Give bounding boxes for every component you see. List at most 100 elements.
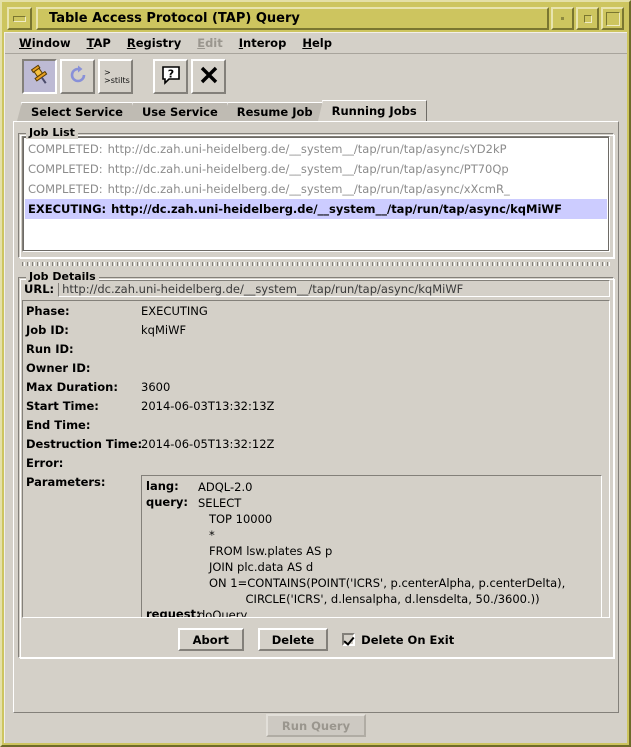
menu-window-rest: indow [32,36,71,50]
list-item-selected[interactable]: EXECUTING:http://dc.zah.uni-heidelberg.d… [25,199,607,219]
job-details-table: Phase: EXECUTING Job ID: kqMiWF Run ID: … [22,300,610,618]
stilts-button[interactable]: > >stilts [98,59,133,94]
detail-row-job-id: Job ID: kqMiWF [26,323,607,342]
detail-key: End Time: [26,418,141,432]
menu-tap-rest: AP [94,36,111,50]
tab-running-jobs[interactable]: Running Jobs [322,100,427,121]
detail-key: Destruction Time: [26,437,141,451]
menu-bar: Window TAP Registry Edit Interop Help [5,33,627,54]
page-title: Table Access Protocol (TAP) Query [49,11,300,26]
tab-resume-job-label: Resume Job [237,105,313,119]
parameters-label: Parameters: [26,475,141,489]
minimize-icon [561,17,564,20]
tab-use-service[interactable]: Use Service [132,102,228,121]
job-status: COMPLETED: [28,179,103,199]
job-list-group: Job List COMPLETED:http://dc.zah.uni-hei… [18,126,614,258]
detail-row-phase: Phase: EXECUTING [26,304,607,323]
menu-window[interactable]: Window [13,34,79,52]
detail-key: Start Time: [26,399,141,413]
job-status: EXECUTING: [28,199,106,219]
stilts-icon-line2: >stilts [104,76,130,85]
menu-help-rest: elp [312,36,332,50]
minimize-button[interactable] [551,7,574,30]
pushpin-button[interactable] [22,59,57,94]
tab-resume-job[interactable]: Resume Job [227,102,323,121]
detail-key: Owner ID: [26,361,141,375]
job-details-group: Job Details URL: http://dc.zah.uni-heide… [18,270,614,658]
tab-select-service[interactable]: Select Service [21,102,133,121]
parameter-query: query: SELECT TOP 10000 * FROM lsw.plate… [146,495,597,607]
window-menu-button[interactable] [7,7,32,30]
parameter-request: request: doQuery [146,607,597,618]
svg-text:?: ? [167,68,173,81]
detail-value: 2014-06-05T13:32:12Z [141,437,274,451]
detail-key: Error: [26,456,141,470]
detail-row-run-id: Run ID: [26,342,607,361]
url-field[interactable]: http://dc.zah.uni-heidelberg.de/__system… [58,280,610,297]
tab-edge [128,102,133,121]
detail-row-destruction-time: Destruction Time: 2014-06-05T13:32:12Z [26,437,607,456]
client-area: Window TAP Registry Edit Interop Help [4,32,627,743]
restore-button[interactable] [601,7,624,30]
detail-value: kqMiWF [141,323,186,337]
parameter-key: query: [146,495,198,509]
job-url: http://dc.zah.uni-heidelberg.de/__system… [108,139,507,159]
run-query-button: Run Query [266,714,366,737]
menu-help[interactable]: Help [296,34,340,52]
tab-edge [318,100,323,121]
restore-icon [606,12,620,26]
detail-row-owner-id: Owner ID: [26,361,607,380]
reload-button[interactable] [60,59,95,94]
parameter-value: SELECT TOP 10000 * FROM lsw.plates AS p … [198,495,565,607]
job-url-row: URL: http://dc.zah.uni-heidelberg.de/__s… [22,280,610,297]
abort-button[interactable]: Abort [178,628,244,651]
reload-icon [67,64,89,89]
close-icon [198,64,220,89]
tab-use-service-label: Use Service [142,105,218,119]
job-url: http://dc.zah.uni-heidelberg.de/__system… [111,199,562,219]
menu-edit: Edit [191,34,231,52]
detail-value: 3600 [141,380,170,394]
split-pane-divider[interactable] [18,260,614,268]
detail-key: Run ID: [26,342,141,356]
maximize-button[interactable] [576,7,599,30]
stilts-icon: > >stilts [100,69,131,85]
job-details-title: Job Details [26,270,99,283]
job-list-scroll[interactable]: COMPLETED:http://dc.zah.uni-heidelberg.d… [22,136,610,252]
help-button[interactable]: ? [153,59,188,94]
title-bar: Table Access Protocol (TAP) Query [4,5,626,32]
menu-registry[interactable]: Registry [121,34,189,52]
list-item[interactable]: COMPLETED:http://dc.zah.uni-heidelberg.d… [25,139,607,159]
delete-on-exit-row[interactable]: Delete On Exit [342,633,454,647]
tab-bar: Select Service Use Service Resume Job Ru… [21,99,627,121]
footer-bar: Run Query [5,714,627,737]
maximize-icon [584,15,592,23]
list-item[interactable]: COMPLETED:http://dc.zah.uni-heidelberg.d… [25,179,607,199]
detail-row-parameters: Parameters: lang: ADQL-2.0 query: SELECT… [26,475,607,618]
parameter-lang: lang: ADQL-2.0 [146,479,597,495]
tab-running-jobs-label: Running Jobs [332,104,417,118]
list-item[interactable]: COMPLETED:http://dc.zah.uni-heidelberg.d… [25,159,607,179]
job-url: http://dc.zah.uni-heidelberg.de/__system… [108,179,510,199]
close-button[interactable] [191,59,226,94]
menu-tap[interactable]: TAP [81,34,119,52]
parameter-value: doQuery [198,607,247,618]
detail-value: EXECUTING [141,304,208,318]
parameter-key: request: [146,607,198,618]
toolbar: > >stilts ? [5,54,627,99]
job-status: COMPLETED: [28,159,103,179]
delete-on-exit-checkbox[interactable] [342,633,355,646]
job-list-title: Job List [26,126,78,139]
url-label: URL: [24,282,54,296]
window-title-area: Table Access Protocol (TAP) Query [36,7,549,30]
job-actions: Abort Delete Delete On Exit [22,628,610,651]
parameter-key: lang: [146,479,198,493]
detail-key: Phase: [26,304,141,318]
pushpin-icon [29,64,51,89]
tap-query-window: Table Access Protocol (TAP) Query Window… [0,0,631,747]
menu-interop[interactable]: Interop [233,34,295,52]
menu-interop-rest: nterop [243,36,286,50]
job-list[interactable]: COMPLETED:http://dc.zah.uni-heidelberg.d… [23,137,609,251]
detail-row-error: Error: [26,456,607,475]
delete-button[interactable]: Delete [258,628,328,651]
